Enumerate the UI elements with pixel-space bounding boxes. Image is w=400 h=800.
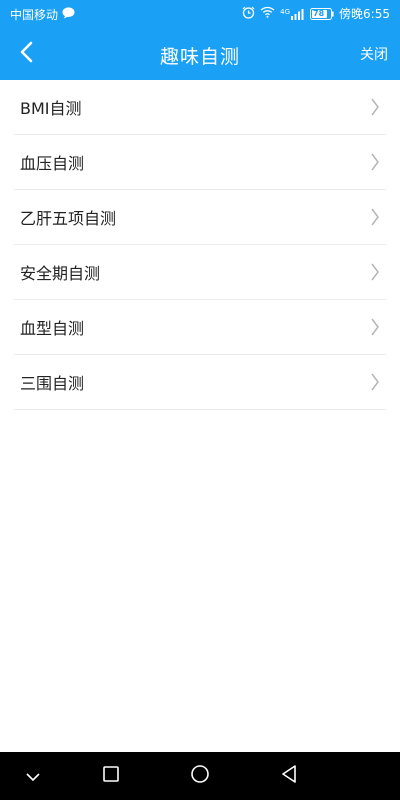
chat-bubble-icon bbox=[62, 7, 75, 22]
battery-icon: 78 bbox=[310, 7, 334, 20]
wifi-icon bbox=[260, 6, 275, 21]
signal-type-label: 4G bbox=[280, 7, 291, 16]
nav-back-button[interactable] bbox=[275, 762, 303, 790]
status-left: 中国移动 bbox=[10, 6, 75, 23]
list-item-label: BMI自测 bbox=[20, 99, 82, 118]
signal-icon: 4G bbox=[280, 8, 305, 20]
chevron-right-icon bbox=[370, 97, 380, 121]
list-item-measurements[interactable]: 三围自测 bbox=[14, 355, 386, 410]
list-item-label: 乙肝五项自测 bbox=[20, 209, 117, 228]
chevron-right-icon bbox=[370, 262, 380, 286]
triangle-back-icon bbox=[281, 765, 297, 787]
chevron-right-icon bbox=[370, 152, 380, 176]
list-item-label: 血型自测 bbox=[20, 319, 85, 338]
header-bar: 趣味自测 关闭 bbox=[0, 28, 400, 80]
alarm-icon bbox=[242, 6, 255, 22]
square-icon bbox=[103, 766, 119, 786]
list-item-safe-period[interactable]: 安全期自测 bbox=[14, 245, 386, 300]
close-button[interactable]: 关闭 bbox=[360, 44, 388, 64]
carrier-label: 中国移动 bbox=[10, 8, 59, 22]
list-item-blood-type[interactable]: 血型自测 bbox=[14, 300, 386, 355]
status-right: 4G 78 傍晚6:55 bbox=[242, 5, 390, 22]
list-item-hepatitis-b[interactable]: 乙肝五项自测 bbox=[14, 190, 386, 245]
page-title: 趣味自测 bbox=[159, 46, 240, 68]
nav-recents-button[interactable] bbox=[97, 762, 125, 790]
system-nav-bar bbox=[0, 752, 400, 800]
list-item-bmi[interactable]: BMI自测 bbox=[14, 80, 386, 135]
clock-time: 傍晚6:55 bbox=[339, 7, 390, 21]
chevron-right-icon bbox=[370, 317, 380, 341]
chevron-right-icon bbox=[370, 207, 380, 231]
nav-home-button[interactable] bbox=[186, 762, 214, 790]
list-item-label: 三围自测 bbox=[20, 374, 85, 393]
status-bar: 中国移动 4G 78 傍晚6:55 bbox=[0, 0, 400, 28]
battery-level: 78 bbox=[313, 8, 325, 18]
self-test-list: BMI自测 血压自测 乙肝五项自测 安全期自测 血型自测 三围自测 bbox=[0, 80, 400, 410]
list-item-label: 安全期自测 bbox=[20, 264, 101, 283]
list-item-blood-pressure[interactable]: 血压自测 bbox=[14, 135, 386, 190]
list-item-label: 血压自测 bbox=[20, 154, 85, 173]
chevron-down-icon bbox=[25, 767, 41, 786]
nav-collapse-button[interactable] bbox=[19, 762, 47, 790]
chevron-right-icon bbox=[370, 372, 380, 396]
circle-icon bbox=[191, 765, 209, 787]
